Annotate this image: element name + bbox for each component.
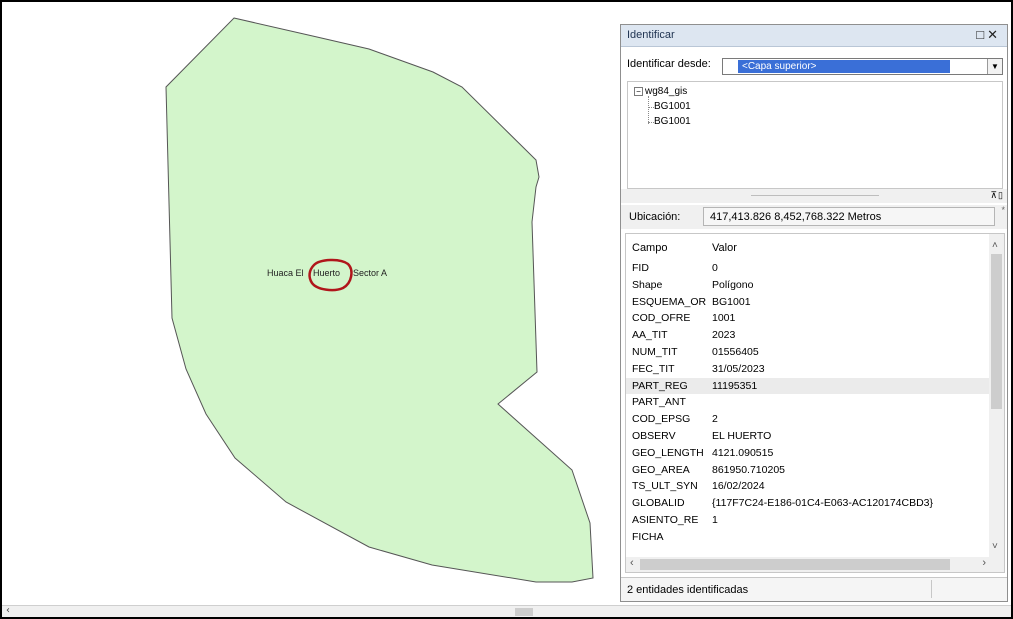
location-value[interactable]: 417,413.826 8,452,768.322 Metros — [703, 207, 995, 226]
scroll-left-icon[interactable]: ‹ — [6, 605, 10, 616]
table-row[interactable]: ESQUEMA_OR BG1001 — [626, 294, 990, 311]
table-row[interactable]: FEC_TIT 31/05/2023 — [626, 361, 990, 378]
identify-title: Identificar — [627, 29, 675, 41]
field-name-cell: COD_EPSG — [632, 413, 691, 426]
collapse-icon[interactable]: − — [634, 86, 643, 96]
location-row: Ubicación: 417,413.826 8,452,768.322 Met… — [621, 205, 1007, 229]
table-row[interactable]: OBSERV EL HUERTO — [626, 428, 990, 445]
scroll-up-icon[interactable]: ˄ — [992, 240, 998, 251]
table-row[interactable]: PART_ANT — [626, 394, 990, 411]
identify-from-select[interactable]: <Capa superior> ▼ — [722, 58, 1003, 75]
table-row[interactable]: GEO_AREA 861950.710205 — [626, 462, 990, 479]
field-value-cell[interactable]: BG1001 — [712, 296, 751, 308]
identify-from-value: <Capa superior> — [738, 60, 950, 73]
table-row[interactable]: FID 0 — [626, 260, 990, 277]
attributes-table[interactable]: Campo Valor FID 0 Shape Polígono ESQUEMA_OR B… — [625, 233, 1005, 573]
field-value-cell[interactable]: 861950.710205 — [712, 464, 785, 476]
field-name-cell: FID — [632, 262, 649, 274]
table-row[interactable]: AA_TIT 2023 — [626, 327, 990, 344]
table-row[interactable]: Shape Polígono — [626, 277, 990, 294]
maximize-icon[interactable]: □ — [976, 27, 987, 42]
map-horizontal-scrollbar[interactable]: ‹ — [2, 605, 1011, 617]
table-row[interactable]: GLOBALID {117F7C24-E186-01C4-E063-AC12017… — [626, 495, 990, 512]
field-value-cell[interactable]: EL HUERTO — [712, 430, 771, 442]
scroll-left-icon[interactable]: ‹ — [630, 557, 634, 569]
table-hscroll-thumb[interactable] — [640, 559, 950, 570]
tree-node-layer[interactable]: − wg84_gis — [634, 86, 687, 97]
field-value-cell[interactable]: 01556405 — [712, 346, 759, 358]
parcel-polygon[interactable] — [165, 17, 594, 583]
field-name-cell: GEO_LENGTH — [632, 446, 704, 459]
splitter-grip[interactable] — [751, 195, 879, 196]
tree-layer-label: wg84_gis — [645, 86, 688, 97]
field-name-cell: COD_OFRE — [632, 312, 691, 325]
tree-connector — [648, 96, 649, 124]
tree-feature-label: BG1001 — [654, 101, 691, 112]
field-name-cell: AA_TIT — [632, 329, 668, 342]
pin-icon[interactable]: * — [1001, 205, 1005, 215]
tree-node-feature[interactable]: BG1001 — [654, 101, 691, 112]
table-row[interactable]: GEO_LENGTH 4121.090515 — [626, 445, 990, 462]
field-name-cell: PART_REG — [632, 379, 688, 392]
map-label-huaca: Huaca El — [267, 268, 304, 278]
expand-all-icon[interactable]: ⊼ — [990, 190, 998, 200]
field-value-cell[interactable]: 11195351 — [712, 380, 757, 392]
table-header: Campo Valor — [626, 234, 990, 260]
identify-from-label: Identificar desde: — [627, 58, 711, 70]
table-row[interactable]: PART_REG 11195351 — [626, 377, 990, 395]
close-icon[interactable]: ✕ — [987, 27, 1001, 42]
table-row[interactable]: COD_EPSG 2 — [626, 411, 990, 428]
map-label-huerto: Huerto — [313, 268, 341, 278]
field-value-cell[interactable]: {117F7C24-E186-01C4-E063-AC120174CBD3} — [712, 497, 933, 509]
field-name-cell: ASIENTO_RE — [632, 513, 699, 526]
field-name-cell: FEC_TIT — [632, 362, 675, 375]
column-header-field[interactable]: Campo — [632, 242, 667, 254]
status-text: 2 entidades identificadas — [627, 584, 749, 596]
field-name-cell: Shape — [632, 278, 663, 291]
identify-window: Identificar □✕ Identificar desde: <Capa … — [620, 24, 1008, 602]
field-name-cell: GEO_AREA — [632, 463, 690, 476]
field-value-cell[interactable]: 16/02/2024 — [712, 480, 765, 492]
table-rows: FID 0 Shape Polígono ESQUEMA_OR BG1001 COD_OFR… — [626, 260, 990, 546]
table-vertical-scrollbar[interactable]: ˄ ˅ — [989, 234, 1004, 558]
status-bar: 2 entidades identificadas — [621, 577, 1007, 601]
identify-from-row: Identificar desde: <Capa superior> ▼ — [621, 55, 1007, 75]
table-vscroll-thumb[interactable] — [991, 254, 1002, 409]
panel-splitter[interactable]: ⊼▯ — [621, 189, 1007, 203]
table-row[interactable]: NUM_TIT 01556405 — [626, 344, 990, 361]
field-name-cell: OBSERV — [632, 429, 676, 442]
field-name-cell: TS_ULT_SYN — [632, 480, 698, 493]
scroll-down-icon[interactable]: ˅ — [992, 541, 998, 552]
field-value-cell[interactable]: 31/05/2023 — [712, 363, 765, 375]
map-label-sector: Sector A — [353, 268, 388, 278]
layout-icon[interactable]: ▯ — [998, 190, 1004, 200]
table-horizontal-scrollbar[interactable]: ‹ › — [626, 557, 1004, 572]
field-value-cell[interactable]: Polígono — [712, 279, 753, 291]
field-value-cell[interactable]: 4121.090515 — [712, 447, 773, 459]
field-name-cell: ESQUEMA_OR — [632, 295, 707, 308]
status-divider — [931, 580, 932, 598]
tree-feature-label: BG1001 — [654, 116, 691, 127]
field-name-cell: PART_ANT — [632, 396, 686, 409]
field-value-cell[interactable]: 2023 — [712, 329, 735, 341]
field-name-cell: FICHA — [632, 530, 664, 543]
chevron-down-icon[interactable]: ▼ — [987, 59, 1002, 74]
table-row[interactable]: ASIENTO_RE 1 — [626, 512, 990, 529]
field-name-cell: NUM_TIT — [632, 345, 678, 358]
column-header-value[interactable]: Valor — [712, 242, 737, 254]
field-name-cell: GLOBALID — [632, 497, 685, 510]
table-row[interactable]: COD_OFRE 1001 — [626, 310, 990, 327]
results-tree[interactable]: − wg84_gis BG1001 BG1001 — [627, 81, 1003, 189]
field-value-cell[interactable]: 0 — [712, 262, 718, 274]
field-value-cell[interactable]: 1001 — [712, 312, 735, 324]
table-row[interactable]: TS_ULT_SYN 16/02/2024 — [626, 478, 990, 495]
map-scroll-thumb[interactable] — [515, 608, 533, 616]
tree-node-feature[interactable]: BG1001 — [654, 116, 691, 127]
table-row[interactable]: FICHA — [626, 529, 990, 546]
location-label: Ubicación: — [629, 211, 681, 223]
field-value-cell[interactable]: 1 — [712, 514, 718, 526]
scroll-right-icon[interactable]: › — [982, 557, 986, 569]
identify-titlebar[interactable]: Identificar □✕ — [621, 25, 1007, 47]
field-value-cell[interactable]: 2 — [712, 413, 718, 425]
